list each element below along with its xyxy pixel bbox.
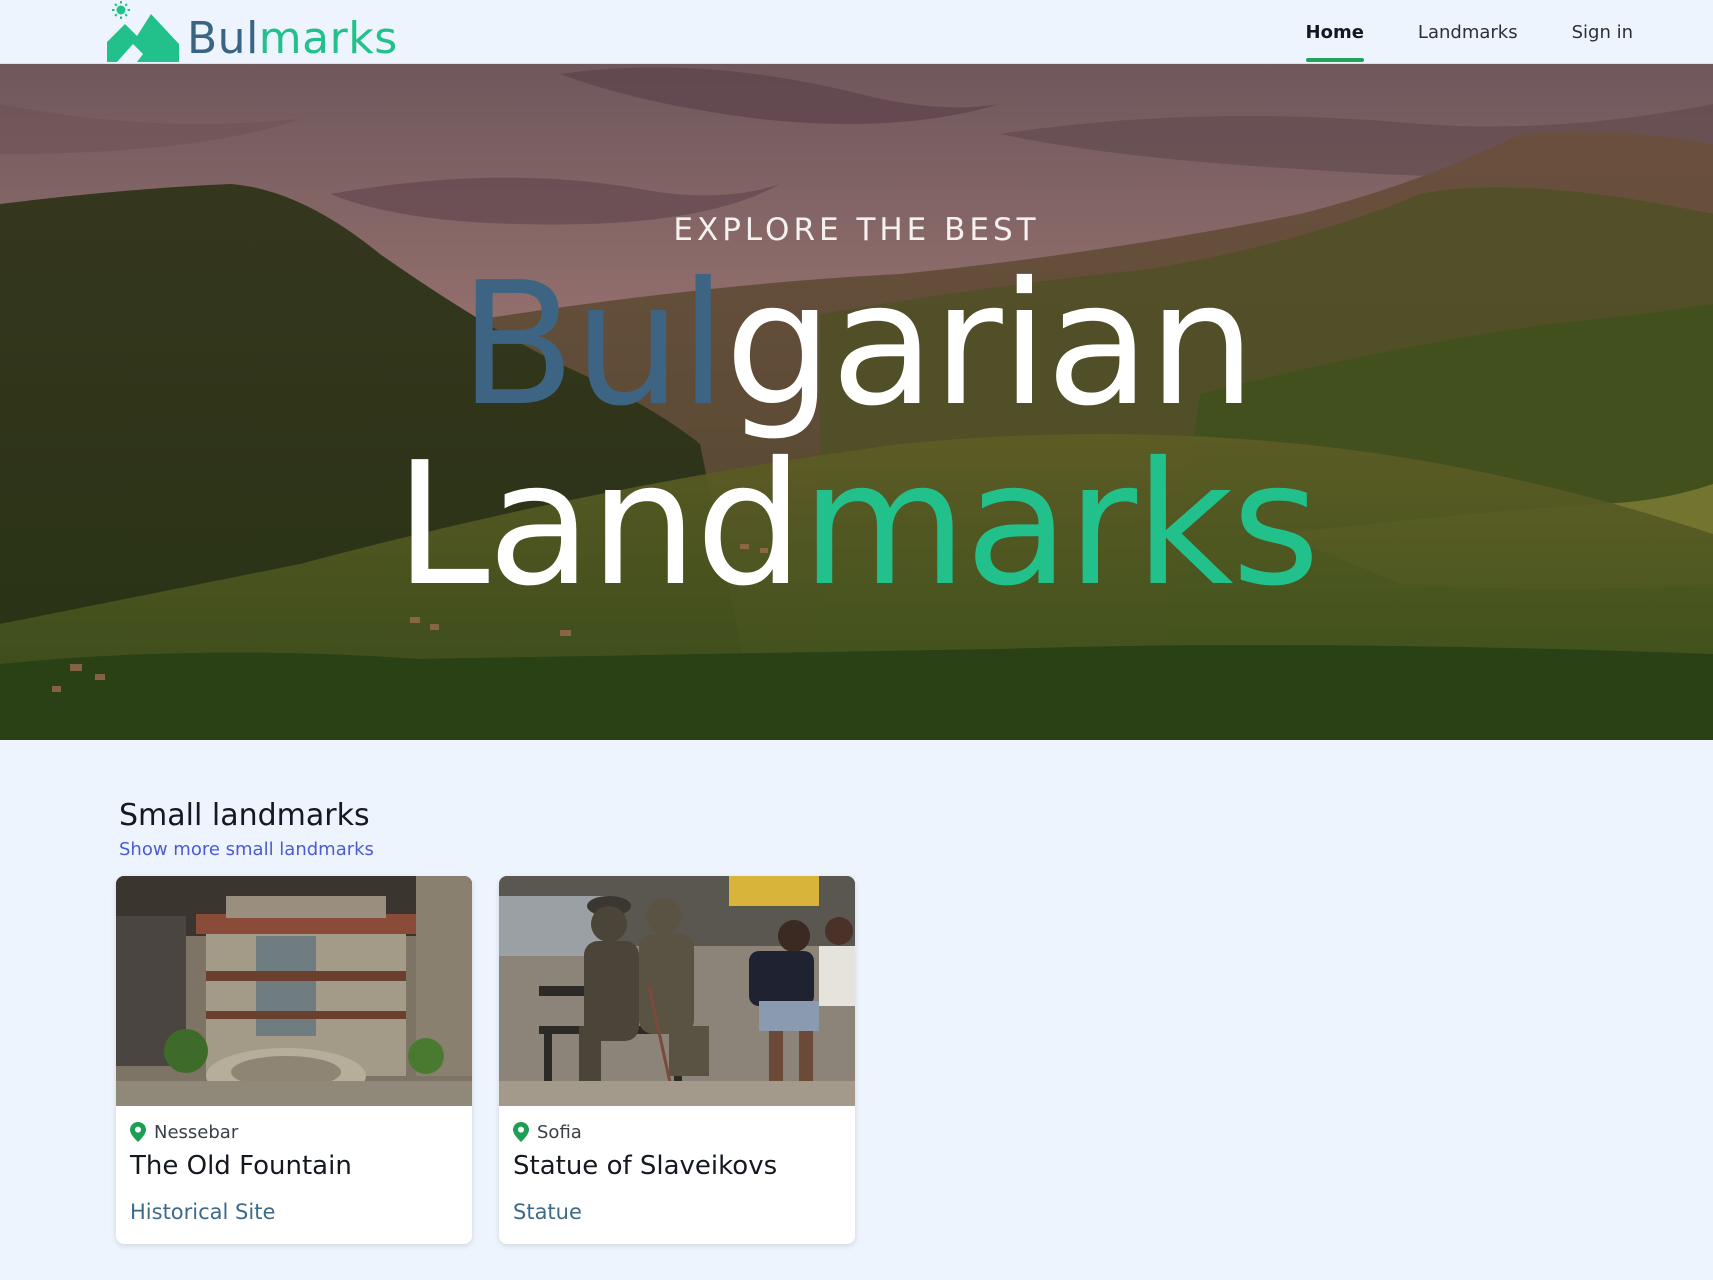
landmark-card[interactable]: Sofia Statue of Slaveikovs Statue <box>499 876 855 1244</box>
location-name: Sofia <box>537 1121 582 1143</box>
nav-landmarks[interactable]: Landmarks <box>1418 0 1518 64</box>
hero-subtitle: EXPLORE THE BEST <box>673 212 1040 248</box>
hero-banner: EXPLORE THE BEST Bulgarian Landmarks <box>0 64 1713 740</box>
hero-title-line1-accent: Bul <box>459 246 727 444</box>
brand-name: Bulmarks <box>187 13 398 64</box>
nav-home[interactable]: Home <box>1305 0 1365 64</box>
hero-title-line1: Bulgarian <box>0 250 1713 440</box>
landmark-name: Statue of Slaveikovs <box>513 1151 778 1181</box>
landmark-category: Historical Site <box>130 1200 276 1224</box>
hero-title-line1-rest: garian <box>724 246 1256 444</box>
landmark-category: Statue <box>513 1200 582 1224</box>
hero-title-line2: Landmarks <box>0 430 1713 620</box>
location-pin-icon <box>513 1122 529 1142</box>
landmark-location: Sofia <box>513 1120 582 1144</box>
landmark-location: Nessebar <box>130 1120 238 1144</box>
landmark-card[interactable]: Nessebar The Old Fountain Historical Sit… <box>116 876 472 1244</box>
main-nav: Home Landmarks Sign in <box>1252 0 1633 64</box>
location-pin-icon <box>130 1122 146 1142</box>
top-navbar: Bulmarks Home Landmarks Sign in <box>0 0 1713 64</box>
mountain-sun-logo-icon <box>107 1 179 62</box>
show-more-link[interactable]: Show more small landmarks <box>119 839 374 860</box>
nav-sign-in[interactable]: Sign in <box>1572 0 1633 64</box>
section-title: Small landmarks <box>119 798 370 833</box>
hero-title-line2-accent: marks <box>801 426 1320 624</box>
landmark-name: The Old Fountain <box>130 1151 352 1181</box>
landmark-photo <box>499 876 855 1106</box>
location-name: Nessebar <box>154 1121 239 1143</box>
hero-title-line2-start: Land <box>394 426 804 624</box>
landmark-photo <box>116 876 472 1106</box>
